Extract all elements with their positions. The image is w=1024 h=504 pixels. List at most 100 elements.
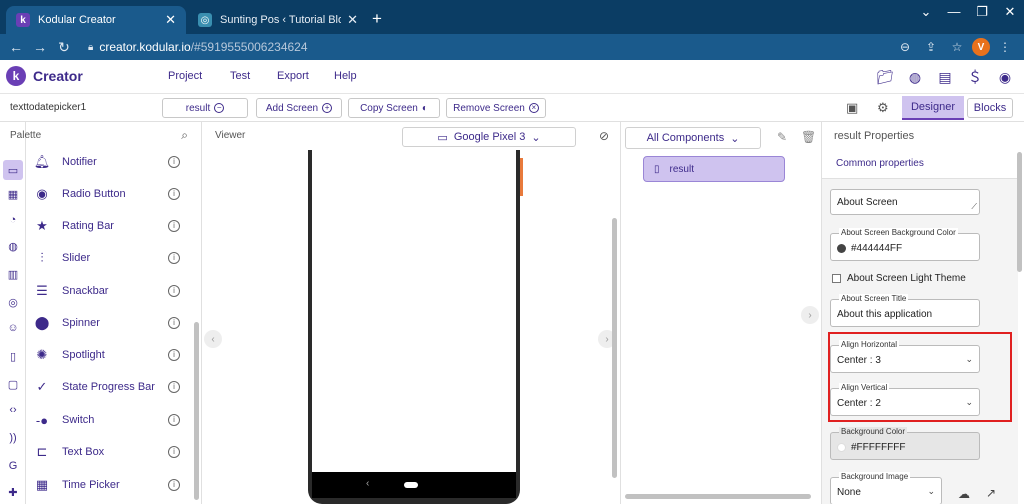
profile-avatar[interactable]: V [972,38,990,56]
info-icon[interactable]: i [168,285,180,297]
info-icon[interactable]: i [168,252,180,264]
info-icon[interactable]: i [168,317,180,329]
designer-tab[interactable]: Designer [902,96,964,120]
close-window-icon[interactable]: ✕ [996,0,1024,24]
reload-icon[interactable]: ↻ [52,39,76,56]
connectivity-category-icon[interactable]: )) [3,428,23,448]
viewer-scrollbar[interactable] [612,218,617,478]
palette-item-switch[interactable]: -● Switch i [26,408,194,432]
hide-components-icon[interactable]: ⊘ [599,129,609,143]
maximize-icon[interactable]: ❐ [968,0,996,24]
palette-item-snackbar[interactable]: ☰ Snackbar i [26,279,194,303]
info-icon[interactable]: i [168,220,180,232]
tab-sunting-pos[interactable]: ◎ Sunting Pos ‹ Tutorial Blok Progra ✕ [188,6,368,34]
about-screen-textarea[interactable]: About Screen ⟋ [830,189,980,215]
about-screen-background-color-field[interactable]: About Screen Background Color #444444FF [830,228,980,261]
about-screen-title-field[interactable]: About Screen Title About this applicatio… [830,294,980,327]
palette-item-text-box[interactable]: ⊏ Text Box i [26,440,194,464]
info-icon[interactable]: i [168,479,180,491]
info-icon[interactable]: i [168,446,180,458]
upload-cloud-icon[interactable]: ☁ [958,487,970,501]
bookmark-star-icon[interactable]: ☆ [946,37,968,57]
palette-item-rating-bar[interactable]: ★ Rating Bar i [26,214,194,238]
menu-test[interactable]: Test [230,70,250,82]
palette-item-radio-button[interactable]: ◉ Radio Button i [26,182,194,206]
utilities-category-icon[interactable]: ▢ [3,374,23,394]
maps-category-icon[interactable]: ▥ [3,264,23,284]
user-interface-category-icon[interactable]: ▭ [3,160,23,180]
align-vertical-select[interactable]: Align Vertical Center : 2 ⌄ [830,383,980,416]
info-icon[interactable]: i [168,414,180,426]
info-icon[interactable]: i [168,188,180,200]
menu-export[interactable]: Export [277,70,309,82]
sensors-category-icon[interactable]: ◎ [3,292,23,312]
remove-screen-button[interactable]: Remove Screen × [446,98,546,118]
blocks-tab[interactable]: Blocks [967,98,1013,118]
storage-category-icon[interactable]: ▯ [3,346,23,366]
chevron-left-icon[interactable]: ‹ [204,330,222,348]
menu-help[interactable]: Help [334,70,357,82]
info-icon[interactable]: i [168,349,180,361]
media-category-icon[interactable]: ◔ [3,210,23,230]
gallery-icon[interactable]: ▣ [846,100,858,116]
library-icon[interactable]: ▤ [936,68,954,86]
layout-category-icon[interactable]: ▦ [3,184,23,204]
common-properties-tab[interactable]: Common properties [836,158,924,169]
chevron-right-icon[interactable]: › [801,306,819,324]
palette-item-spinner[interactable]: ⬤ Spinner i [26,311,194,335]
account-icon[interactable]: ◉ [996,68,1014,86]
tree-node-result[interactable]: ▯ result [643,156,785,182]
screen-select[interactable]: result − [162,98,248,118]
menu-project[interactable]: Project [168,70,202,82]
tab-search-icon[interactable]: ⌄ [912,0,940,24]
add-screen-button[interactable]: Add Screen + [256,98,342,118]
url-field[interactable]: 🔒︎ creator.kodular.io/#5919555006234624 [88,37,908,57]
palette-item-label: Text Box [62,446,105,458]
drawing-category-icon[interactable]: ◍ [3,236,23,256]
close-tab-icon[interactable]: ✕ [165,12,176,28]
about-screen-light-theme-checkbox[interactable]: About Screen Light Theme [832,273,966,284]
info-icon[interactable]: i [168,156,180,168]
components-filter-label: All Components [646,132,725,144]
rename-pencil-icon[interactable]: ✎ [777,130,787,144]
copy-screen-button[interactable]: Copy Screen ◐ [348,98,440,118]
components-filter-select[interactable]: All Components ⌄ [625,127,761,149]
background-color-field[interactable]: Background Color #FFFFFFFF [830,427,980,460]
zoom-icon[interactable]: ⊖ [894,37,916,57]
info-icon[interactable]: i [168,381,180,393]
minimize-icon[interactable]: — [940,0,968,24]
resize-handle-icon[interactable]: ⟋ [971,202,977,212]
search-icon[interactable]: ⌕ [181,128,188,143]
close-tab-icon[interactable]: ✕ [347,12,358,28]
forward-icon[interactable]: → [28,39,52,55]
device-select[interactable]: ▭ Google Pixel 3 ⌄ [402,127,576,147]
checkbox-box[interactable] [832,274,841,283]
palette-icon[interactable]: ◍ [906,68,924,86]
new-tab-icon[interactable]: + [372,9,382,29]
open-external-icon[interactable]: ↗ [986,486,996,500]
google-category-icon[interactable]: G [3,456,23,476]
extensions-category-icon[interactable]: ✚ [3,482,23,502]
code-category-icon[interactable]: ‹› [3,400,23,420]
palette-item-spotlight[interactable]: ✺ Spotlight i [26,343,194,367]
settings-gear-icon[interactable]: ⚙ [877,100,889,116]
palette-item-slider[interactable]: ⫶ Slider i [26,246,194,270]
delete-trash-icon[interactable]: 🗑︎ [801,130,816,144]
tab-kodular-creator[interactable]: k Kodular Creator ✕ [6,6,186,34]
tree-horizontal-scrollbar[interactable] [625,494,811,499]
back-icon[interactable]: ← [4,39,28,55]
align-horizontal-select[interactable]: Align Horizontal Center : 3 ⌄ [830,340,980,373]
dollar-icon[interactable]: ＄ [966,68,984,86]
palette-item-time-picker[interactable]: ▦ Time Picker i [26,473,194,497]
palette-item-notifier[interactable]: 🔔︎ Notifier i [26,150,194,174]
screen-canvas[interactable] [312,150,516,472]
properties-scrollbar[interactable] [1017,152,1022,272]
share-icon[interactable]: ⇪ [920,37,942,57]
more-menu-icon[interactable]: ⋮ [994,37,1016,57]
palette-scrollbar[interactable] [194,322,199,500]
social-category-icon[interactable]: ☺ [3,318,23,338]
palette-item-state-progress-bar[interactable]: ✓ State Progress Bar i [26,375,194,399]
background-image-select[interactable]: Background Image None ⌄ [830,472,942,504]
folder-icon[interactable]: 📁︎ [876,68,894,86]
kodular-logo-icon[interactable]: k [6,66,26,86]
